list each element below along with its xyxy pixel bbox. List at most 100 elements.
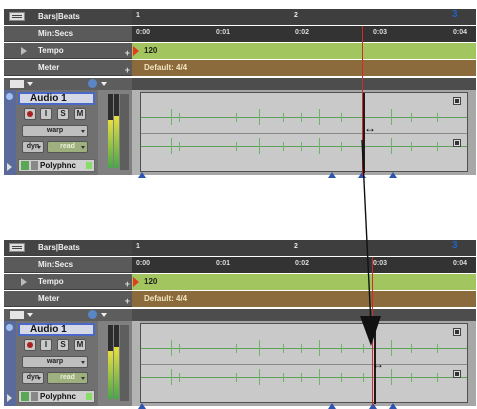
- chevron-down-icon[interactable]: [27, 82, 33, 86]
- ruler-label: Meter: [38, 63, 60, 72]
- add-meter-icon[interactable]: +: [125, 293, 130, 309]
- waveform-transient: [283, 112, 284, 122]
- warp-cursor-icon: ↔: [364, 121, 376, 135]
- track-color-icon[interactable]: [6, 324, 13, 331]
- tempo-value: 120: [144, 277, 158, 286]
- expand-triangle-icon[interactable]: [21, 47, 27, 55]
- input-monitor-button[interactable]: I: [40, 108, 52, 120]
- waveform-transient: [319, 109, 320, 125]
- min-secs-ruler[interactable]: Min:Secs 0:00 0:01 0:02 0:03 0:04: [4, 26, 476, 42]
- warp-marker-icon[interactable]: [389, 403, 397, 409]
- meter-ruler[interactable]: Meter + Default: 4/4: [4, 60, 476, 76]
- waveform-transient: [391, 138, 392, 154]
- elastic-audio-icon: [21, 392, 29, 401]
- clip-button-icon[interactable]: [453, 328, 461, 336]
- waveform-transient: [437, 372, 438, 382]
- mute-button[interactable]: M: [74, 339, 86, 351]
- track-playlist-lane[interactable]: ↔: [132, 321, 476, 409]
- add-meter-icon[interactable]: +: [125, 62, 130, 78]
- track-height-handle[interactable]: [120, 325, 129, 401]
- warp-marker-icon[interactable]: [328, 403, 336, 409]
- warp-cursor-icon: ↔: [372, 357, 384, 371]
- person-icon: [31, 161, 38, 170]
- solo-button[interactable]: S: [57, 108, 69, 120]
- clip-button-icon[interactable]: [453, 97, 461, 105]
- track-name[interactable]: Audio 1: [18, 323, 95, 336]
- clip-button-icon[interactable]: [453, 370, 461, 378]
- time-tick: 0:02: [295, 29, 310, 36]
- bar-tick: 2: [294, 12, 298, 19]
- dyn-button[interactable]: dyn: [22, 372, 44, 384]
- ruler-label: Tempo: [38, 277, 64, 286]
- chevron-down-icon[interactable]: [101, 313, 107, 317]
- warp-marker-icon[interactable]: [328, 172, 336, 178]
- waveform-transient: [411, 372, 412, 382]
- waveform-transient: [301, 112, 302, 122]
- track-view-selector[interactable]: warp: [22, 125, 88, 137]
- chevron-down-icon[interactable]: [27, 313, 33, 317]
- add-tempo-icon[interactable]: +: [125, 276, 130, 292]
- elastic-audio-icon: [21, 161, 29, 170]
- audio-clip[interactable]: ↔: [140, 92, 468, 173]
- ruler-menu-icon[interactable]: [9, 12, 25, 21]
- waveform-transient: [236, 112, 237, 122]
- level-meter: [108, 94, 113, 168]
- audio-clip[interactable]: ↔: [140, 323, 468, 404]
- elastic-audio-mode: Polyphnc: [40, 392, 77, 401]
- timebase-icon[interactable]: [88, 310, 97, 319]
- automation-mode-selector[interactable]: read: [47, 372, 88, 384]
- automation-mode-selector[interactable]: read: [47, 141, 88, 153]
- ruler-menu-icon[interactable]: [9, 243, 25, 252]
- chevron-down-icon[interactable]: [101, 82, 107, 86]
- person-icon: [31, 392, 38, 401]
- solo-button[interactable]: S: [57, 339, 69, 351]
- ruler-label: Bars|Beats: [38, 12, 80, 21]
- expand-triangle-icon[interactable]: [7, 163, 12, 171]
- waveform-transient: [437, 343, 438, 353]
- track-height-handle[interactable]: [120, 94, 129, 170]
- tempo-marker-icon[interactable]: [133, 46, 139, 56]
- tempo-ruler[interactable]: Tempo + 120: [4, 274, 476, 290]
- track-view-menu-icon[interactable]: [10, 80, 24, 88]
- timebase-icon[interactable]: [88, 79, 97, 88]
- timebase-rulers: Bars|Beats 1 2 3 Min:Secs 0:00 0:01 0:02…: [4, 9, 476, 78]
- add-tempo-icon[interactable]: +: [125, 45, 130, 61]
- time-tick: 0:04: [453, 260, 468, 267]
- track-playlist-lane[interactable]: ↔: [132, 90, 476, 178]
- elastic-audio-selector[interactable]: Polyphnc: [18, 390, 95, 403]
- mute-button[interactable]: M: [74, 108, 86, 120]
- warp-marker-icon[interactable]: [369, 403, 377, 409]
- waveform-transient: [283, 343, 284, 353]
- status-led-icon: [86, 162, 92, 169]
- warp-marker-icon[interactable]: [138, 403, 146, 409]
- waveform-transient: [437, 141, 438, 151]
- track-color-icon[interactable]: [6, 93, 13, 100]
- warp-marker-icon[interactable]: [138, 172, 146, 178]
- clip-button-icon[interactable]: [453, 139, 461, 147]
- bar-tick: 3: [452, 9, 458, 20]
- track-view-menu-icon[interactable]: [10, 311, 24, 319]
- expand-triangle-icon[interactable]: [7, 394, 12, 402]
- track-name[interactable]: Audio 1: [18, 92, 95, 105]
- tempo-marker-icon[interactable]: [133, 277, 139, 287]
- expand-triangle-icon[interactable]: [21, 278, 27, 286]
- waveform-transient: [319, 138, 320, 154]
- waveform-transient: [411, 141, 412, 151]
- input-monitor-button[interactable]: I: [40, 339, 52, 351]
- record-enable-button[interactable]: [24, 108, 36, 120]
- elastic-audio-selector[interactable]: Polyphnc: [18, 159, 95, 172]
- bar-tick: 3: [452, 240, 458, 251]
- tempo-ruler[interactable]: Tempo + 120: [4, 43, 476, 59]
- meter-ruler[interactable]: Meter + Default: 4/4: [4, 291, 476, 307]
- waveform-transient: [171, 340, 172, 356]
- waveform-transient: [301, 343, 302, 353]
- bars-beats-ruler[interactable]: Bars|Beats 1 2 3: [4, 240, 476, 256]
- waveform-transient: [391, 340, 392, 356]
- dyn-button[interactable]: dyn: [22, 141, 44, 153]
- min-secs-ruler[interactable]: Min:Secs 0:00 0:01 0:02 0:03 0:04: [4, 257, 476, 273]
- record-enable-button[interactable]: [24, 339, 36, 351]
- bars-beats-ruler[interactable]: Bars|Beats 1 2 3: [4, 9, 476, 25]
- warp-marker-icon[interactable]: [389, 172, 397, 178]
- track-view-selector[interactable]: warp: [22, 356, 88, 368]
- time-tick: 0:03: [373, 29, 388, 36]
